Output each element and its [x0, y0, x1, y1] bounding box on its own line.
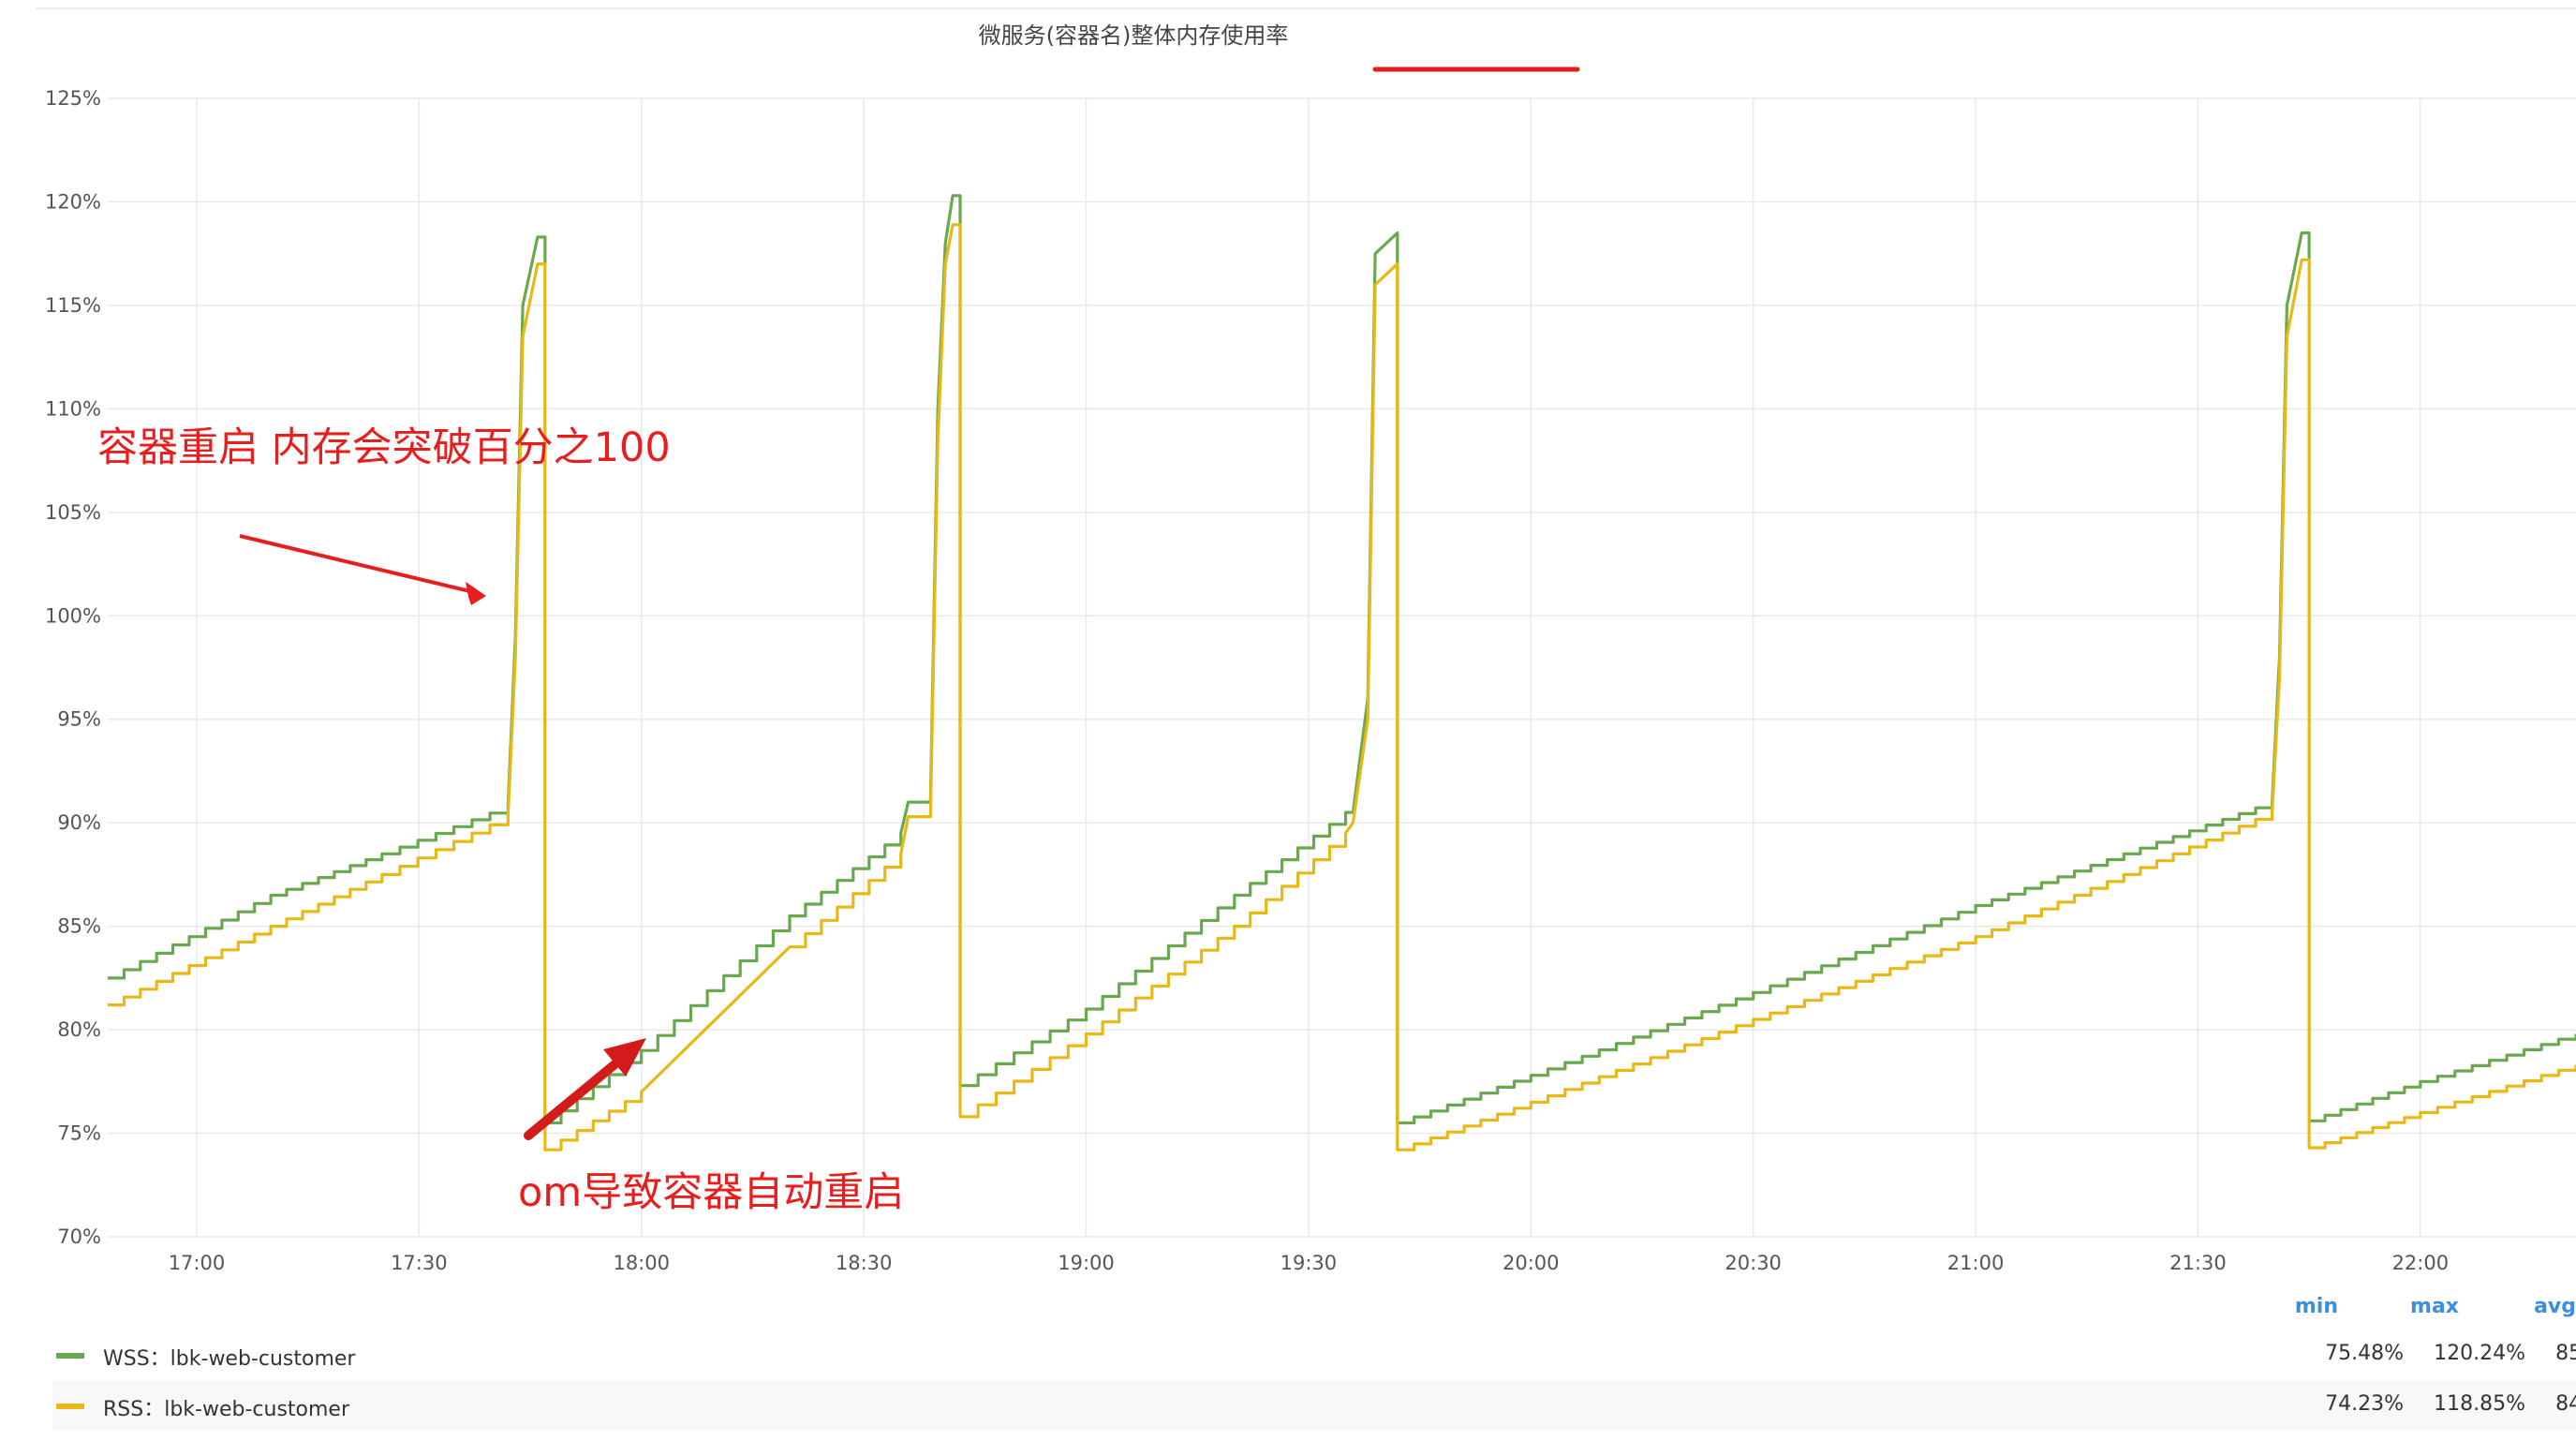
grid-lines: [108, 97, 2576, 1238]
legend-wss-max: 120.24%: [2434, 1342, 2525, 1365]
legend-swatch-wss: [56, 1353, 84, 1359]
legend-rss-min: 74.23%: [2325, 1392, 2404, 1416]
x-tick-label: 17:00: [169, 1252, 226, 1274]
annotation-restart-text: 容器重启 内存会突破百分之100: [97, 424, 671, 471]
series-line-wss: [108, 194, 2576, 1125]
x-tick-label: 21:00: [1947, 1252, 2005, 1274]
memory-usage-chart: 70% 75% 80% 85% 90% 95% 100% 105% 110% 115% 120% 12…: [45, 22, 2576, 1274]
legend-swatch-rss: [56, 1404, 84, 1409]
y-tick-label: 95%: [57, 708, 101, 731]
y-tick-label: 80%: [57, 1018, 101, 1041]
x-tick-label: 19:00: [1058, 1252, 1115, 1274]
x-axis: 17:00 17:30 18:00 18:30 19:00 19:30 20:00 20:30…: [169, 1252, 2449, 1274]
stat-header-min[interactable]: min: [2235, 1295, 2338, 1318]
series-line-rss: [108, 223, 2576, 1151]
y-axis: 70% 75% 80% 85% 90% 95% 100% 105% 110% 115% 120% 12…: [45, 87, 101, 1248]
y-tick-label: 100%: [45, 604, 101, 627]
y-tick-label: 85%: [57, 915, 101, 938]
legend-label-rss: RSS：lbk-web-customer: [103, 1398, 350, 1421]
annotation-oom-text: om导致容器自动重启: [518, 1169, 904, 1216]
legend-row-rss[interactable]: RSS：lbk-web-customer 74.23% 118.85% 84.0…: [52, 1381, 2576, 1430]
y-tick-label: 110%: [45, 397, 101, 420]
legend-rss-max: 118.85%: [2434, 1392, 2525, 1416]
stat-header-avg[interactable]: avg: [2473, 1295, 2576, 1318]
annotation-arrow-1: [239, 534, 486, 605]
y-tick-label: 120%: [45, 190, 101, 213]
legend-stat-headers: min max avg: [0, 1295, 2576, 1329]
series-lines: [108, 194, 2576, 1151]
y-tick-label: 90%: [57, 811, 101, 834]
legend-label-wss: WSS：lbk-web-customer: [103, 1347, 356, 1371]
y-tick-label: 70%: [57, 1226, 101, 1248]
x-tick-label: 20:00: [1503, 1252, 1560, 1274]
chart-title: 微服务(容器名)整体内存使用率: [979, 22, 1289, 49]
legend-wss-avg: 85.19%: [2555, 1342, 2576, 1365]
stat-header-max[interactable]: max: [2356, 1295, 2459, 1318]
y-tick-label: 125%: [45, 87, 101, 110]
x-tick-label: 22:00: [2392, 1252, 2450, 1274]
x-tick-label: 18:30: [836, 1252, 893, 1274]
x-tick-label: 19:30: [1281, 1252, 1338, 1274]
y-tick-label: 75%: [57, 1122, 101, 1145]
y-tick-label: 105%: [45, 501, 101, 524]
x-tick-label: 18:00: [613, 1252, 670, 1274]
y-tick-label: 115%: [45, 294, 101, 317]
legend-wss-min: 75.48%: [2325, 1342, 2404, 1365]
x-tick-label: 21:30: [2169, 1252, 2227, 1274]
legend-rss-avg: 84.06%: [2555, 1392, 2576, 1416]
legend-row-wss[interactable]: WSS：lbk-web-customer 75.48% 120.24% 85.1…: [52, 1330, 2576, 1379]
x-tick-label: 20:30: [1725, 1252, 1782, 1274]
x-tick-label: 17:30: [391, 1252, 448, 1274]
